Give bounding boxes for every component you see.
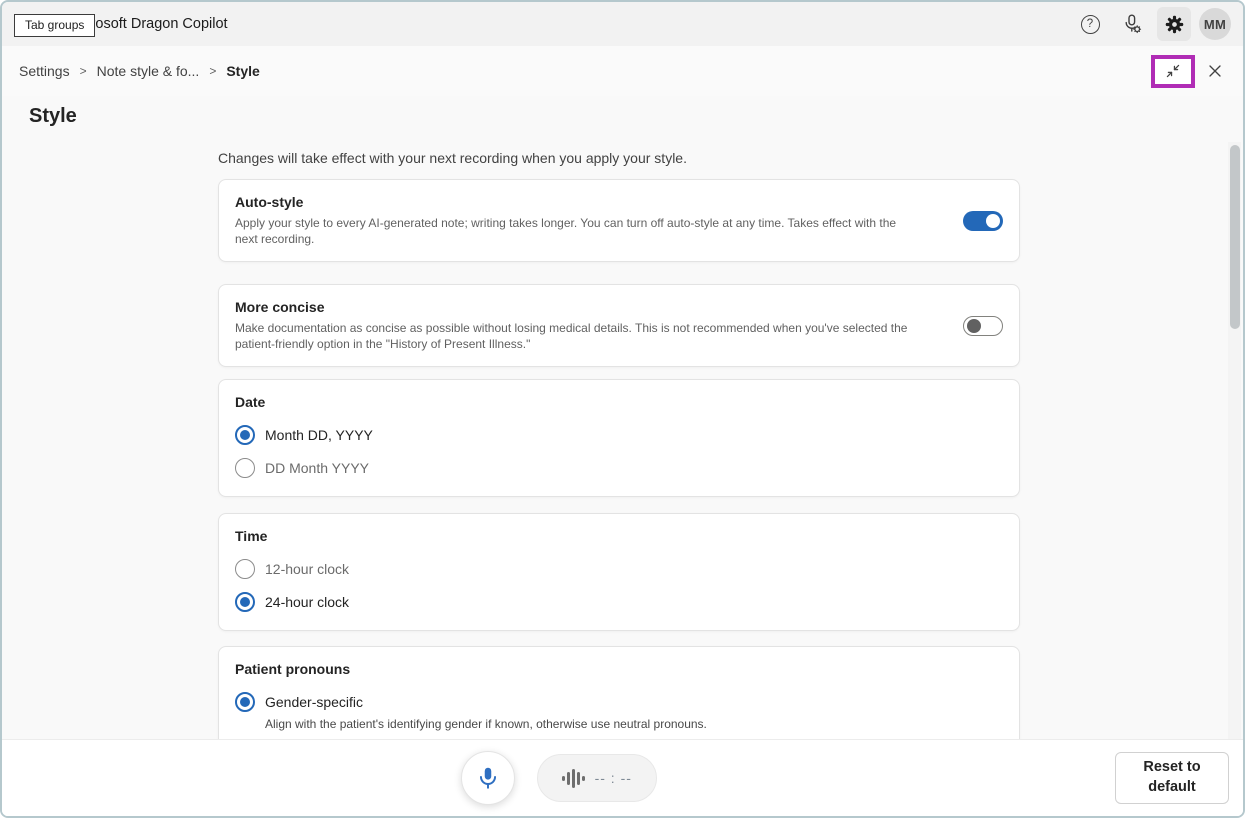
- recording-timer-pill: -- : --: [537, 754, 657, 802]
- breadcrumb-settings[interactable]: Settings: [19, 63, 70, 79]
- card-more-concise: More concise Make documentation as conci…: [218, 284, 1020, 367]
- radio-option-dd-month-yyyy[interactable]: DD Month YYYY: [235, 458, 1003, 478]
- radio-label: Month DD, YYYY: [265, 427, 373, 443]
- close-button[interactable]: [1204, 60, 1226, 82]
- auto-style-toggle[interactable]: [963, 211, 1003, 231]
- microphone-icon: [475, 765, 501, 791]
- card-description: Apply your style to every AI-generated n…: [235, 215, 1003, 247]
- card-title: Date: [235, 392, 1003, 412]
- mic-gear-icon: [1121, 13, 1143, 35]
- waveform-icon: [562, 769, 585, 788]
- card-title: Time: [235, 526, 1003, 546]
- gear-icon: [1164, 14, 1185, 35]
- tab-groups-tooltip: Tab groups: [14, 14, 95, 37]
- settings-button[interactable]: [1157, 7, 1191, 41]
- card-description: Make documentation as concise as possibl…: [235, 320, 1003, 352]
- radio-label: DD Month YYYY: [265, 460, 369, 476]
- settings-column: Changes will take effect with your next …: [218, 96, 1020, 818]
- radio-label: 24-hour clock: [265, 594, 349, 610]
- card-title: Patient pronouns: [235, 659, 1003, 679]
- radio-option-gender-specific[interactable]: Gender-specific: [235, 692, 1003, 712]
- reset-to-default-button[interactable]: Reset to default: [1115, 752, 1229, 804]
- radio-button[interactable]: [235, 692, 255, 712]
- footer-bar: -- : -- Reset to default: [2, 739, 1243, 816]
- radio-button[interactable]: [235, 458, 255, 478]
- radio-label: 12-hour clock: [265, 561, 349, 577]
- radio-option-24-hour[interactable]: 24-hour clock: [235, 592, 1003, 612]
- radio-button[interactable]: [235, 425, 255, 445]
- card-auto-style: Auto-style Apply your style to every AI-…: [218, 179, 1020, 262]
- mic-settings-button[interactable]: [1115, 7, 1149, 41]
- scrollbar-track[interactable]: [1228, 142, 1241, 741]
- record-button[interactable]: [461, 751, 515, 805]
- more-concise-toggle[interactable]: [963, 316, 1003, 336]
- chevron-right-icon: >: [70, 64, 97, 78]
- radio-option-month-dd-yyyy[interactable]: Month DD, YYYY: [235, 425, 1003, 445]
- breadcrumb-note-style[interactable]: Note style & fo...: [97, 63, 200, 79]
- card-date: Date Month DD, YYYY DD Month YYYY: [218, 379, 1020, 497]
- recording-controls: -- : --: [461, 751, 657, 805]
- chevron-right-icon: >: [199, 64, 226, 78]
- help-icon: ?: [1081, 15, 1100, 34]
- toggle-knob: [986, 214, 1000, 228]
- collapse-panel-icon: [1164, 62, 1182, 80]
- collapse-highlight-box[interactable]: [1151, 55, 1195, 88]
- radio-label: Gender-specific: [265, 694, 363, 710]
- page-title: Style: [29, 105, 77, 128]
- radio-option-12-hour[interactable]: 12-hour clock: [235, 559, 1003, 579]
- close-icon: [1207, 63, 1223, 79]
- breadcrumb-style-current: Style: [226, 63, 259, 79]
- scrollbar-thumb[interactable]: [1230, 145, 1240, 329]
- panel-actions: [1151, 55, 1226, 88]
- intro-text: Changes will take effect with your next …: [218, 148, 1020, 168]
- card-title: Auto-style: [235, 192, 1003, 212]
- radio-option-description: Align with the patient's identifying gen…: [265, 716, 1003, 732]
- help-button[interactable]: ?: [1073, 7, 1107, 41]
- card-title: More concise: [235, 297, 1003, 317]
- app-window: Microsoft Dragon Copilot Tab groups ?: [0, 0, 1245, 818]
- breadcrumb-bar: Settings > Note style & fo... > Style: [2, 46, 1243, 96]
- radio-button[interactable]: [235, 559, 255, 579]
- toggle-knob: [967, 319, 981, 333]
- user-avatar[interactable]: MM: [1199, 8, 1231, 40]
- top-bar-actions: ?: [1073, 7, 1231, 41]
- top-bar: Microsoft Dragon Copilot Tab groups ?: [2, 2, 1243, 46]
- main-content: Style Changes will take effect with your…: [2, 96, 1243, 816]
- radio-button[interactable]: [235, 592, 255, 612]
- timer-text: -- : --: [595, 770, 632, 786]
- card-time: Time 12-hour clock 24-hour clock: [218, 513, 1020, 631]
